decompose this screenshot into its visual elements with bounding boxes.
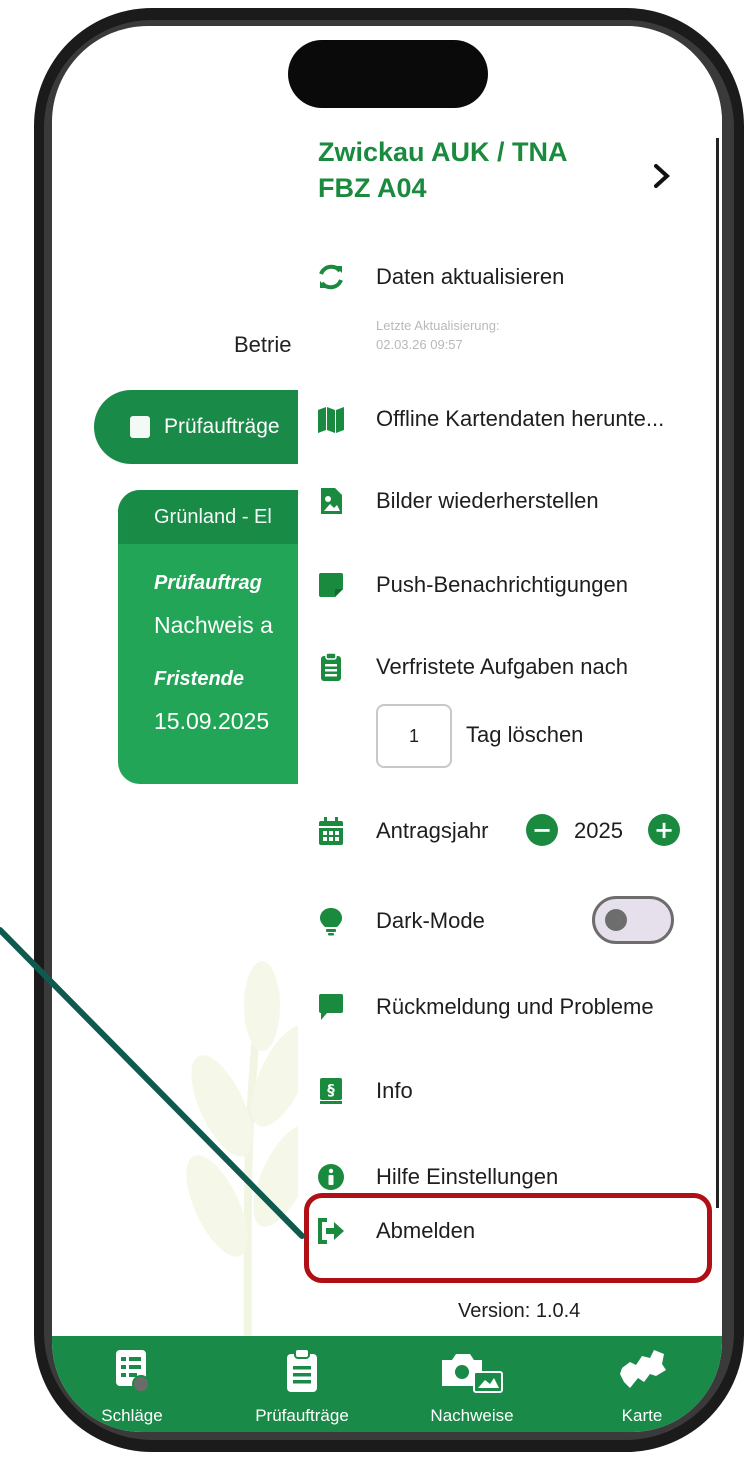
info-circle-icon xyxy=(318,1164,344,1190)
menu-label-info: Info xyxy=(376,1078,413,1103)
account-line-2: FBZ A04 xyxy=(318,173,427,203)
version-label: Version: 1.0.4 xyxy=(458,1300,581,1322)
menu-label-restore-images: Bilder wiederherstellen xyxy=(376,488,599,513)
settings-drawer: Zwickau AUK / TNA FBZ A04 Daten aktualis… xyxy=(298,26,722,1336)
deadline-value: 15.09.2025 xyxy=(154,708,270,734)
account-title[interactable]: Zwickau AUK / TNA FBZ A04 xyxy=(318,134,568,206)
nav-label-karte: Karte xyxy=(621,1406,663,1425)
betrieb-label: Betrie xyxy=(234,332,292,357)
menu-label-expired-tasks: Verfristete Aufgaben nach xyxy=(376,654,628,679)
chat-bubble-icon xyxy=(319,994,343,1020)
nav-pruefauftraege[interactable]: Prüfaufträge xyxy=(232,1336,372,1432)
menu-label-feedback: Rückmeldung und Probleme xyxy=(376,994,654,1019)
refresh-icon xyxy=(319,264,343,290)
menu-item-year: Antragsjahr xyxy=(316,816,489,846)
year-increment-button[interactable]: + xyxy=(648,814,680,846)
note-icon xyxy=(319,573,343,597)
menu-item-help[interactable]: Hilfe Einstellungen xyxy=(316,1162,558,1192)
bottom-navigation: Schläge Prüfaufträge Nachweise Karte xyxy=(52,1336,722,1432)
toggle-knob xyxy=(605,909,627,931)
map-icon xyxy=(318,407,344,433)
menu-item-refresh[interactable]: Daten aktualisieren xyxy=(316,262,564,292)
nav-karte[interactable]: Karte xyxy=(572,1336,712,1432)
menu-item-info[interactable]: § Info xyxy=(316,1076,413,1106)
last-refresh-time: 02.03.26 09:57 xyxy=(376,337,463,352)
deadline-label: Fristende xyxy=(154,668,245,690)
menu-item-offline-maps[interactable]: Offline Kartendaten herunte... xyxy=(316,404,664,434)
camera-gallery-icon xyxy=(442,1354,503,1393)
app-screen: Betrie Prüfaufträge Grünland - El Prüfau… xyxy=(52,26,722,1432)
dark-mode-toggle[interactable] xyxy=(592,896,674,944)
nav-nachweise[interactable]: Nachweise xyxy=(402,1336,542,1432)
clipboard-list-icon xyxy=(321,652,341,681)
logout-highlight-box xyxy=(304,1193,712,1283)
last-refresh-note: Letzte Aktualisierung: 02.03.26 09:57 xyxy=(376,316,500,354)
nav-schlaege[interactable]: Schläge xyxy=(62,1336,202,1432)
tab-label: Prüfaufträge xyxy=(164,415,280,438)
clipboard-icon xyxy=(287,1348,317,1392)
menu-label-offline-maps: Offline Kartendaten herunte... xyxy=(376,406,665,431)
year-value: 2025 xyxy=(574,818,623,843)
account-line-1: Zwickau AUK / TNA xyxy=(318,137,568,167)
menu-label-push: Push-Benachrichtigungen xyxy=(376,572,628,597)
nav-label-pruefauftraege: Prüfaufträge xyxy=(255,1406,349,1425)
drawer-scroll-indicator xyxy=(716,138,719,1208)
menu-item-feedback[interactable]: Rückmeldung und Probleme xyxy=(316,992,654,1022)
calendar-check-icon xyxy=(130,416,150,438)
menu-item-restore-images[interactable]: Bilder wiederherstellen xyxy=(316,486,599,516)
fields-list-icon xyxy=(116,1350,150,1393)
nav-label-schlaege: Schläge xyxy=(101,1406,163,1425)
task-type-value: Nachweis a xyxy=(154,612,273,638)
lightbulb-icon xyxy=(320,908,342,936)
year-decrement-button[interactable]: − xyxy=(526,814,558,846)
law-book-icon: § xyxy=(320,1078,342,1104)
menu-label-refresh: Daten aktualisieren xyxy=(376,264,565,289)
nav-label-nachweise: Nachweise xyxy=(430,1406,514,1425)
menu-item-dark-mode: Dark-Mode xyxy=(316,906,485,936)
menu-item-push[interactable]: Push-Benachrichtigungen xyxy=(316,570,628,600)
task-type-label: Prüfauftrag xyxy=(154,572,262,594)
menu-item-expired-tasks: Verfristete Aufgaben nach xyxy=(316,652,628,682)
chevron-right-icon[interactable] xyxy=(648,162,676,190)
menu-label-dark-mode: Dark-Mode xyxy=(376,908,485,933)
camera-notch xyxy=(288,40,488,108)
days-label: Tag löschen xyxy=(466,722,584,747)
days-input[interactable]: 1 xyxy=(376,704,452,768)
saxony-map-icon xyxy=(620,1350,666,1388)
menu-label-year: Antragsjahr xyxy=(376,818,489,843)
last-refresh-label: Letzte Aktualisierung: xyxy=(376,318,500,333)
image-file-icon xyxy=(321,488,342,514)
calendar-icon xyxy=(319,817,343,845)
menu-label-help: Hilfe Einstellungen xyxy=(376,1164,559,1189)
svg-text:§: § xyxy=(327,1081,335,1099)
